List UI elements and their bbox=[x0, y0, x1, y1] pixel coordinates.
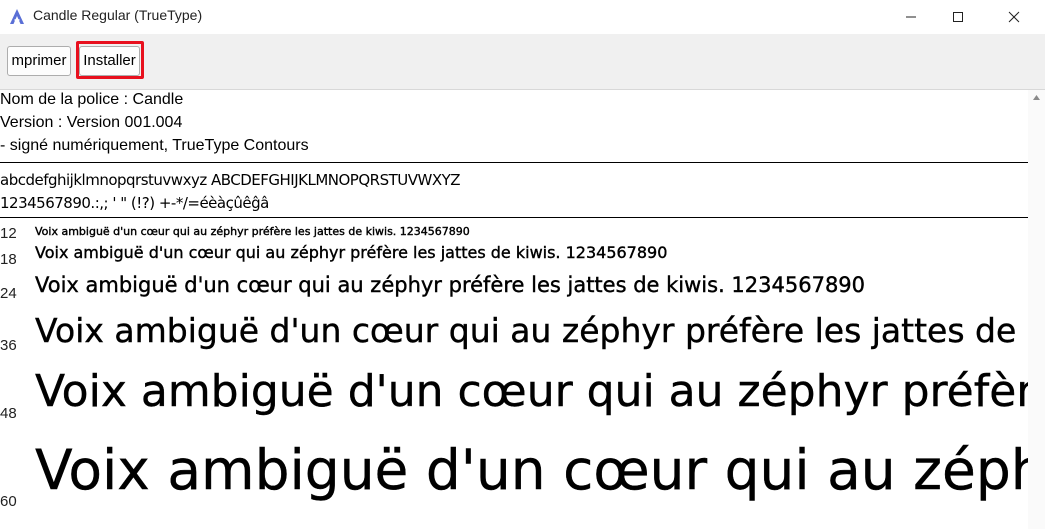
sample-text-24: Voix ambiguë d'un cœur qui au zéphyr pré… bbox=[35, 273, 866, 297]
charset-symbols: 1234567890.:,; ' " (!?) +-*/=éèàçûêĝâ bbox=[0, 194, 269, 212]
sample-text-12: Voix ambiguë d'un cœur qui au zéphyr pré… bbox=[35, 225, 470, 238]
font-details-line: - signé numériquement, TrueType Contours bbox=[0, 137, 309, 154]
font-version-line: Version : Version 001.004 bbox=[0, 114, 183, 131]
size-label-24: 24 bbox=[0, 285, 17, 302]
maximize-button[interactable] bbox=[935, 0, 981, 34]
size-label-12: 12 bbox=[0, 225, 17, 242]
install-button[interactable]: Installer bbox=[79, 46, 140, 76]
font-viewer-a-icon bbox=[10, 9, 24, 24]
toolbar: mprimer Installer bbox=[0, 34, 1045, 90]
close-icon bbox=[1008, 11, 1020, 23]
font-name-line: Nom de la police : Candle bbox=[0, 91, 184, 108]
size-label-48: 48 bbox=[0, 405, 17, 422]
separator-bottom bbox=[0, 217, 1028, 218]
size-label-36: 36 bbox=[0, 337, 17, 354]
size-label-18: 18 bbox=[0, 251, 17, 268]
minimize-button[interactable] bbox=[888, 0, 934, 34]
charset-letters: abcdefghijklmnopqrstuvwxyz ABCDEFGHIJKLM… bbox=[0, 171, 461, 189]
sample-text-60: Voix ambiguë d'un cœur qui au zéphyr pré… bbox=[35, 438, 1028, 502]
title-bar: Candle Regular (TrueType) bbox=[0, 0, 1045, 34]
sample-text-36: Voix ambiguë d'un cœur qui au zéphyr pré… bbox=[35, 311, 1028, 350]
window-title: Candle Regular (TrueType) bbox=[33, 7, 203, 23]
maximize-icon bbox=[953, 12, 963, 22]
size-label-60: 60 bbox=[0, 493, 17, 510]
close-button[interactable] bbox=[991, 0, 1037, 34]
sample-text-18: Voix ambiguë d'un cœur qui au zéphyr pré… bbox=[35, 243, 668, 262]
sample-text-48: Voix ambiguë d'un cœur qui au zéphyr pré… bbox=[35, 366, 1028, 417]
print-button[interactable]: mprimer bbox=[7, 46, 71, 76]
minimize-icon bbox=[906, 16, 916, 18]
scroll-up-arrow-icon[interactable] bbox=[1032, 94, 1041, 102]
separator-top bbox=[0, 162, 1028, 163]
vertical-scrollbar[interactable] bbox=[1028, 90, 1045, 529]
font-preview-area: Nom de la police : Candle Version : Vers… bbox=[0, 90, 1028, 529]
